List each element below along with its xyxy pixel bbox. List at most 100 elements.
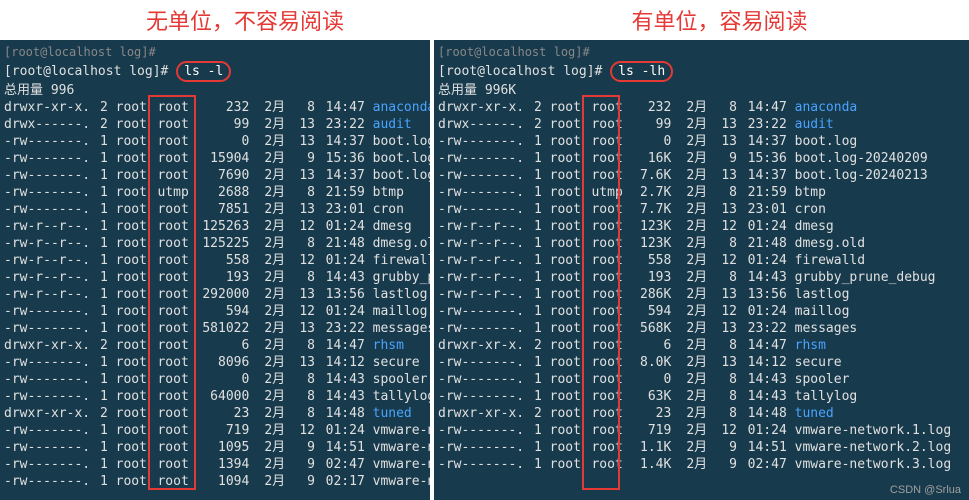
month: 2月: [257, 303, 285, 320]
perm: -rw-r--r--.: [4, 286, 88, 303]
group: root: [157, 354, 191, 371]
file-row: -rw-------. 1 root root 1.1K 2月 9 14:51 …: [438, 439, 965, 456]
day: 9: [715, 150, 737, 167]
perm: -rw-------.: [4, 354, 88, 371]
filename: vmware-network.2.log: [795, 440, 952, 455]
time: 21:48: [323, 235, 365, 252]
file-row: -rw-------. 1 root root 1095 2月 9 14:51 …: [4, 439, 426, 456]
perm: drwx------.: [438, 116, 522, 133]
watermark: CSDN @Srlua: [890, 484, 961, 496]
links: 1: [530, 150, 542, 167]
links: 1: [530, 371, 542, 388]
perm: -rw-r--r--.: [438, 218, 522, 235]
owner: root: [116, 218, 150, 235]
filename: dmesg.old: [373, 236, 430, 251]
owner: root: [550, 269, 584, 286]
filename: btmp: [373, 185, 404, 200]
links: 1: [96, 456, 108, 473]
time: 13:56: [745, 286, 787, 303]
day: 8: [293, 99, 315, 116]
group: root: [157, 388, 191, 405]
file-row: -rw-------. 1 root root 15904 2月 9 15:36…: [4, 150, 426, 167]
links: 1: [530, 201, 542, 218]
terminal-right[interactable]: [root@localhost log]# [root@localhost lo…: [434, 40, 969, 500]
owner: root: [550, 235, 584, 252]
month: 2月: [679, 371, 707, 388]
group: root: [591, 371, 625, 388]
size: 594: [199, 303, 249, 320]
perm: -rw-r--r--.: [438, 286, 522, 303]
filename: maillog: [795, 304, 850, 319]
time: 14:43: [323, 269, 365, 286]
day: 8: [293, 269, 315, 286]
filename: lastlog: [795, 287, 850, 302]
owner: root: [550, 320, 584, 337]
filename: vmware-network.2.log: [373, 440, 430, 455]
file-row: -rw-r--r--. 1 root root 123K 2月 8 21:48 …: [438, 235, 965, 252]
links: 1: [96, 473, 108, 490]
time: 21:59: [323, 184, 365, 201]
size: 193: [633, 269, 671, 286]
links: 1: [96, 218, 108, 235]
time: 23:22: [323, 320, 365, 337]
file-row: -rw-------. 1 root root 1.4K 2月 9 02:47 …: [438, 456, 965, 473]
file-row: -rw-r--r--. 1 root root 558 2月 12 01:24 …: [438, 252, 965, 269]
size: 2688: [199, 184, 249, 201]
time: 01:24: [323, 252, 365, 269]
group: root: [591, 354, 625, 371]
filename: lastlog: [373, 287, 428, 302]
month: 2月: [257, 473, 285, 490]
file-row: drwxr-xr-x. 2 root root 23 2月 8 14:48 tu…: [4, 405, 426, 422]
group: root: [157, 422, 191, 439]
file-row: -rw-------. 1 root root 594 2月 12 01:24 …: [438, 303, 965, 320]
perm: -rw-------.: [438, 388, 522, 405]
time: 23:01: [323, 201, 365, 218]
links: 1: [530, 235, 542, 252]
perm: -rw-------.: [4, 133, 88, 150]
time: 14:47: [745, 337, 787, 354]
links: 2: [530, 116, 542, 133]
time: 01:24: [745, 218, 787, 235]
day: 8: [715, 235, 737, 252]
prompt-line-left: [root@localhost log]# ls -l: [4, 61, 426, 82]
links: 1: [530, 388, 542, 405]
file-row: -rw-------. 1 root root 581022 2月 13 23:…: [4, 320, 426, 337]
owner: root: [550, 167, 584, 184]
filename: anaconda: [373, 100, 430, 115]
time: 02:17: [323, 473, 365, 490]
size: 1394: [199, 456, 249, 473]
size: 125225: [199, 235, 249, 252]
group: root: [157, 99, 191, 116]
day: 13: [715, 320, 737, 337]
command-box-right: ls -lh: [610, 61, 673, 82]
links: 1: [530, 184, 542, 201]
size: 64000: [199, 388, 249, 405]
day: 8: [293, 371, 315, 388]
group: utmp: [591, 184, 625, 201]
day: 9: [293, 150, 315, 167]
links: 2: [530, 99, 542, 116]
filename: vmware-network.1.log: [373, 423, 430, 438]
size: 23: [199, 405, 249, 422]
time: 14:43: [745, 371, 787, 388]
command-box-left: ls -l: [176, 61, 231, 82]
month: 2月: [257, 422, 285, 439]
day: 8: [715, 269, 737, 286]
time: 14:48: [323, 405, 365, 422]
time: 14:51: [745, 439, 787, 456]
month: 2月: [679, 99, 707, 116]
month: 2月: [257, 320, 285, 337]
file-row: -rw-------. 1 root root 594 2月 12 01:24 …: [4, 303, 426, 320]
terminal-left[interactable]: [root@localhost log]# [root@localhost lo…: [0, 40, 430, 500]
group: root: [157, 150, 191, 167]
month: 2月: [679, 235, 707, 252]
owner: root: [550, 354, 584, 371]
filename: firewalld: [373, 253, 430, 268]
filename: secure: [373, 355, 420, 370]
header-left: 无单位，不容易阅读: [0, 4, 430, 36]
file-row: -rw-------. 1 root root 0 2月 8 14:43 spo…: [4, 371, 426, 388]
links: 1: [96, 167, 108, 184]
time: 14:12: [323, 354, 365, 371]
time: 14:51: [323, 439, 365, 456]
group: root: [157, 337, 191, 354]
